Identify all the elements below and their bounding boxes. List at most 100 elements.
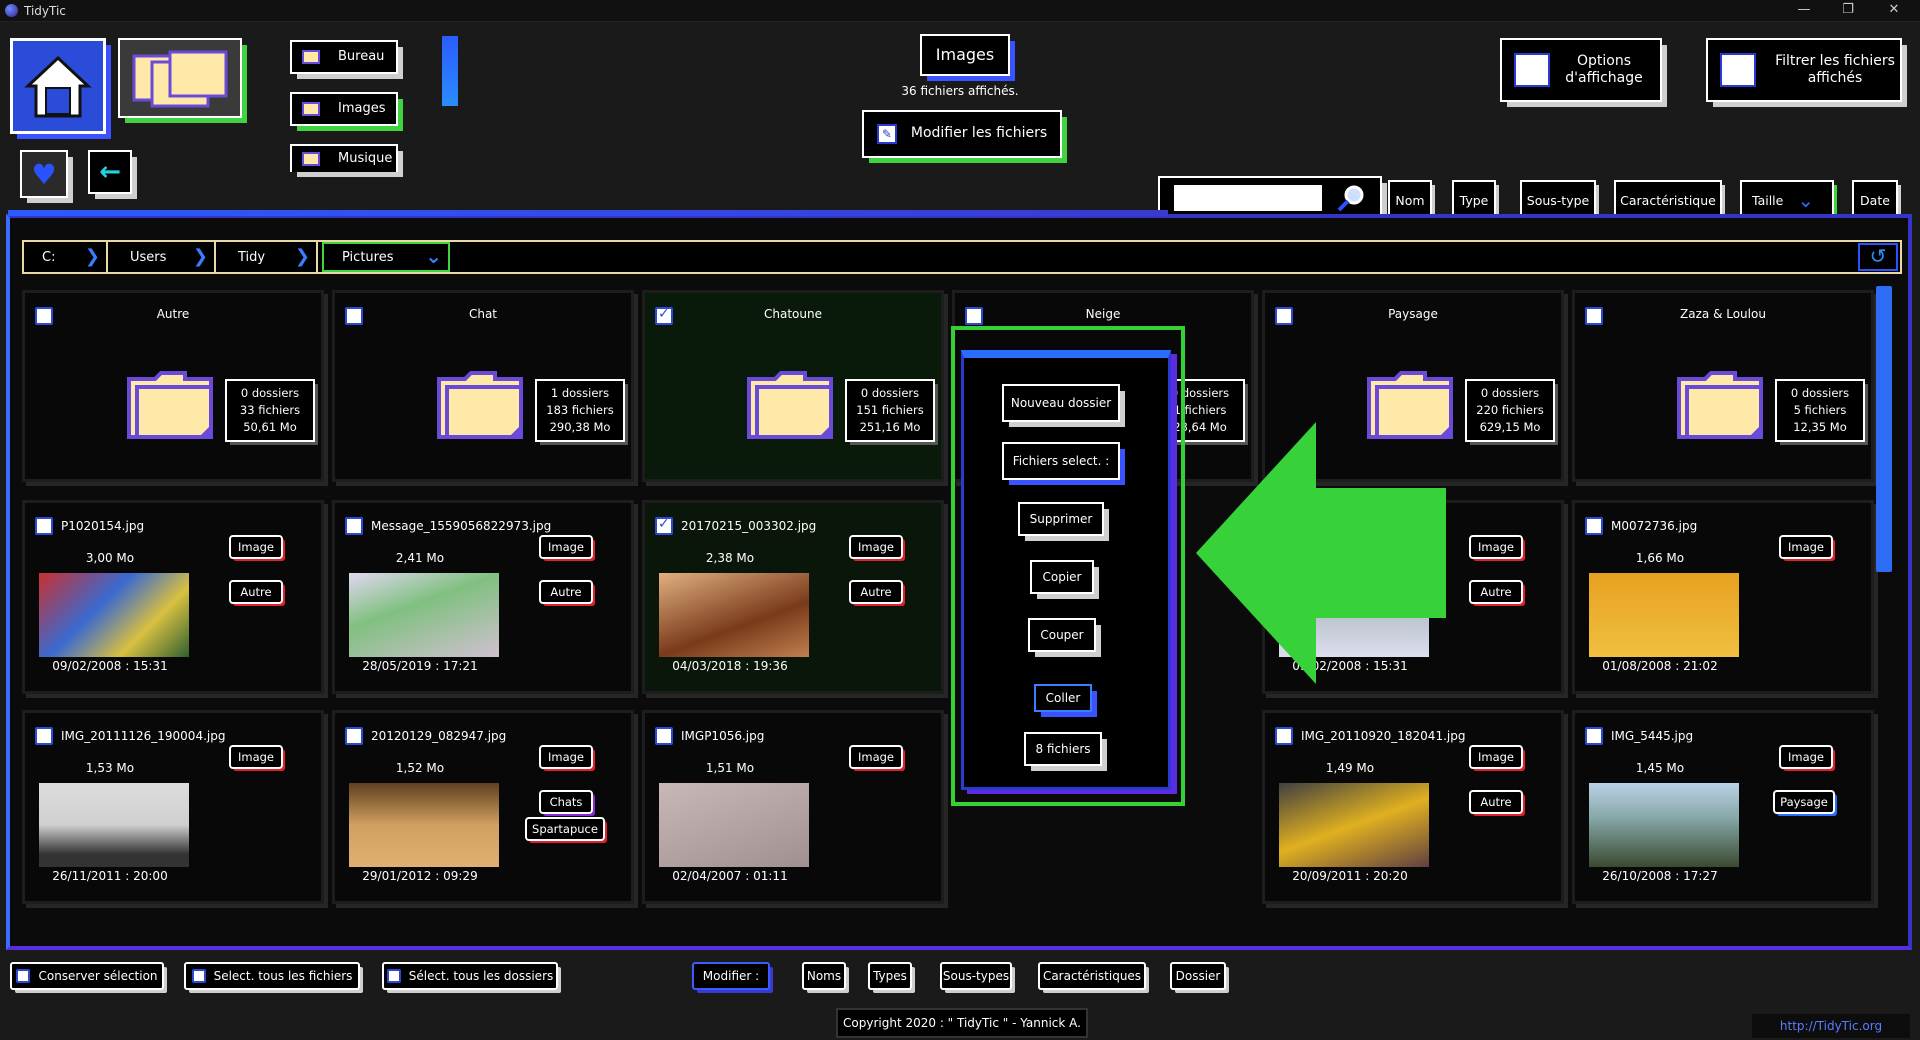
search-input[interactable] <box>1174 185 1322 211</box>
nav-bureau[interactable]: Bureau <box>290 40 398 74</box>
explorer-button[interactable] <box>118 38 242 118</box>
nav-images[interactable]: Images <box>290 92 398 126</box>
select-all-dirs-label: Sélect. tous les dossiers <box>408 969 554 983</box>
folder-stat-size: 12,35 Mo <box>1793 420 1847 434</box>
tag-badge[interactable]: Autre <box>229 580 283 604</box>
tag-badge[interactable]: Image <box>849 745 903 769</box>
select-all-dirs-button[interactable]: Sélect. tous les dossiers <box>382 962 558 990</box>
folder-card[interactable]: Zaza & Loulou 0 dossiers 5 fichiers 12,35 M… <box>1572 290 1874 482</box>
modify-folder-button[interactable]: Dossier <box>1170 962 1226 990</box>
tag-badge[interactable]: Image <box>1469 535 1523 559</box>
new-folder-button[interactable]: Nouveau dossier <box>1002 384 1120 422</box>
folder-icon <box>127 371 213 439</box>
checkbox[interactable] <box>35 727 53 745</box>
file-card[interactable]: IMGP1056.jpg 1,51 Mo 02/04/2007 : 01:11 Ima… <box>642 710 944 904</box>
path-segment-current[interactable]: Pictures ⌄ <box>322 242 450 272</box>
modify-types-button[interactable]: Types <box>868 962 912 990</box>
file-card[interactable]: Message_1559056822973.jpg 2,41 Mo 28/05/20… <box>332 500 634 694</box>
tag-badge[interactable]: Image <box>539 535 593 559</box>
folder-stat-dirs: 0 dossiers <box>1480 386 1540 400</box>
checkbox[interactable] <box>655 516 673 535</box>
file-thumbnail <box>659 783 809 867</box>
path-segment[interactable]: C: ❯ <box>24 242 108 272</box>
folder-stats: 0 dossiers 33 fichiers 50,61 Mo <box>225 379 315 442</box>
copy-button[interactable]: Copier <box>1030 560 1094 594</box>
tag-badge[interactable]: Image <box>229 535 283 559</box>
modify-files-button[interactable]: ✎ Modifier les fichiers <box>862 110 1062 158</box>
file-card[interactable]: 20170215_003302.jpg 2,38 Mo 04/03/2018 : 1… <box>642 500 944 694</box>
tag-badge[interactable]: Image <box>1469 745 1523 769</box>
favorites-button[interactable]: ♥ <box>20 150 68 198</box>
tag-label: Spartapuce <box>532 822 598 836</box>
tag-badge[interactable]: Image <box>229 745 283 769</box>
checkbox[interactable] <box>1585 727 1603 745</box>
checkbox[interactable] <box>35 517 53 535</box>
checkbox[interactable] <box>655 727 673 745</box>
minimize-icon[interactable]: — <box>1794 2 1814 17</box>
folder-card[interactable]: Chatoune 0 dossiers 151 fichiers 251,16 Mo <box>642 290 944 482</box>
close-icon[interactable]: ✕ <box>1884 2 1904 17</box>
modify-names-button[interactable]: Noms <box>802 962 846 990</box>
back-button[interactable]: ← <box>88 150 132 194</box>
folder-icon <box>437 371 523 439</box>
folder-card[interactable]: Autre 0 dossiers 33 fichiers 50,61 Mo <box>22 290 324 482</box>
tag-badge[interactable]: Image <box>1779 745 1833 769</box>
modify-characteristics-button[interactable]: Caractéristiques <box>1038 962 1146 990</box>
selected-files-label-box: Fichiers select. : <box>1002 442 1120 480</box>
tag-badge[interactable]: Image <box>1779 535 1833 559</box>
tag-badge[interactable]: Autre <box>1469 580 1523 604</box>
select-all-files-button[interactable]: Select. tous les fichiers <box>184 962 360 990</box>
tag-badge[interactable]: Autre <box>1469 790 1523 814</box>
file-card[interactable]: 20120129_082947.jpg 1,52 Mo 29/01/2012 : 0… <box>332 710 634 904</box>
tag-label: Autre <box>240 585 272 599</box>
modify-label-box: Modifier : <box>692 962 770 990</box>
tag-badge[interactable]: Spartapuce <box>525 817 605 841</box>
folder-card[interactable]: Chat 1 dossiers 183 fichiers 290,38 Mo <box>332 290 634 482</box>
tag-badge[interactable]: Paysage <box>1773 790 1835 814</box>
vertical-scrollbar[interactable] <box>1876 286 1892 572</box>
tag-label: Image <box>1787 540 1825 554</box>
tag-badge[interactable]: Autre <box>849 580 903 604</box>
website-link[interactable]: http://TidyTic.org <box>1752 1014 1910 1038</box>
undo-path-icon[interactable]: ↺ <box>1858 243 1898 271</box>
file-card[interactable]: M0072736.jpg 1,66 Mo 01/08/2008 : 21:02 Ima… <box>1572 500 1874 694</box>
filter-files-label: Filtrer les fichiers affichés <box>1775 52 1895 87</box>
selected-files-label: Fichiers select. : <box>1012 453 1110 468</box>
file-date: 02/04/2007 : 01:11 <box>672 869 788 883</box>
checkbox[interactable] <box>345 517 363 535</box>
chevron-right-icon: ❯ <box>84 246 100 267</box>
file-size: 1,52 Mo <box>395 761 445 775</box>
checkbox[interactable] <box>1275 727 1293 745</box>
tag-badge[interactable]: Chats <box>539 790 593 814</box>
file-card[interactable]: IMG_20111126_190004.jpg 1,53 Mo 26/11/2011… <box>22 710 324 904</box>
keep-selection-button[interactable]: Conserver sélection <box>10 962 164 990</box>
file-card[interactable]: IMG_5445.jpg 1,45 Mo 26/10/2008 : 17:27 Ima… <box>1572 710 1874 904</box>
file-date: 26/11/2011 : 20:00 <box>52 869 168 883</box>
file-card[interactable]: P1020154.jpg 3,00 Mo 09/02/2008 : 15:31 Ima… <box>22 500 324 694</box>
filter-files-button[interactable]: Filtrer les fichiers affichés <box>1706 38 1902 102</box>
tag-badge[interactable]: Image <box>849 535 903 559</box>
delete-button[interactable]: Supprimer <box>1018 502 1104 536</box>
file-name: M0072736.jpg <box>1611 519 1698 533</box>
path-segment[interactable]: Users ❯ <box>112 242 216 272</box>
modify-subtypes-button[interactable]: Sous-types <box>940 962 1012 990</box>
file-card[interactable]: IMG_20110920_182041.jpg 1,49 Mo 20/09/2011… <box>1262 710 1564 904</box>
modify-subtypes-label: Sous-types <box>942 969 1010 983</box>
tag-badge[interactable]: Autre <box>539 580 593 604</box>
modify-characteristics-label: Caractéristiques <box>1042 969 1142 983</box>
nav-musique[interactable]: Musique <box>290 144 398 172</box>
cut-button[interactable]: Couper <box>1028 618 1096 652</box>
checkbox[interactable] <box>345 727 363 745</box>
paste-button[interactable]: Coller <box>1034 684 1092 712</box>
checkbox[interactable] <box>1585 517 1603 535</box>
file-count: 36 fichiers affichés. <box>901 84 1019 98</box>
heart-icon: ♥ <box>31 157 57 191</box>
nav-scrollbar[interactable] <box>442 36 458 106</box>
file-size: 1,53 Mo <box>85 761 135 775</box>
path-segment[interactable]: Tidy ❯ <box>220 242 318 272</box>
checkbox-icon <box>386 969 401 983</box>
display-options-button[interactable]: Options d'affichage <box>1500 38 1662 102</box>
restore-icon[interactable]: ❐ <box>1838 2 1858 17</box>
home-button[interactable] <box>10 38 106 134</box>
tag-badge[interactable]: Image <box>539 745 593 769</box>
